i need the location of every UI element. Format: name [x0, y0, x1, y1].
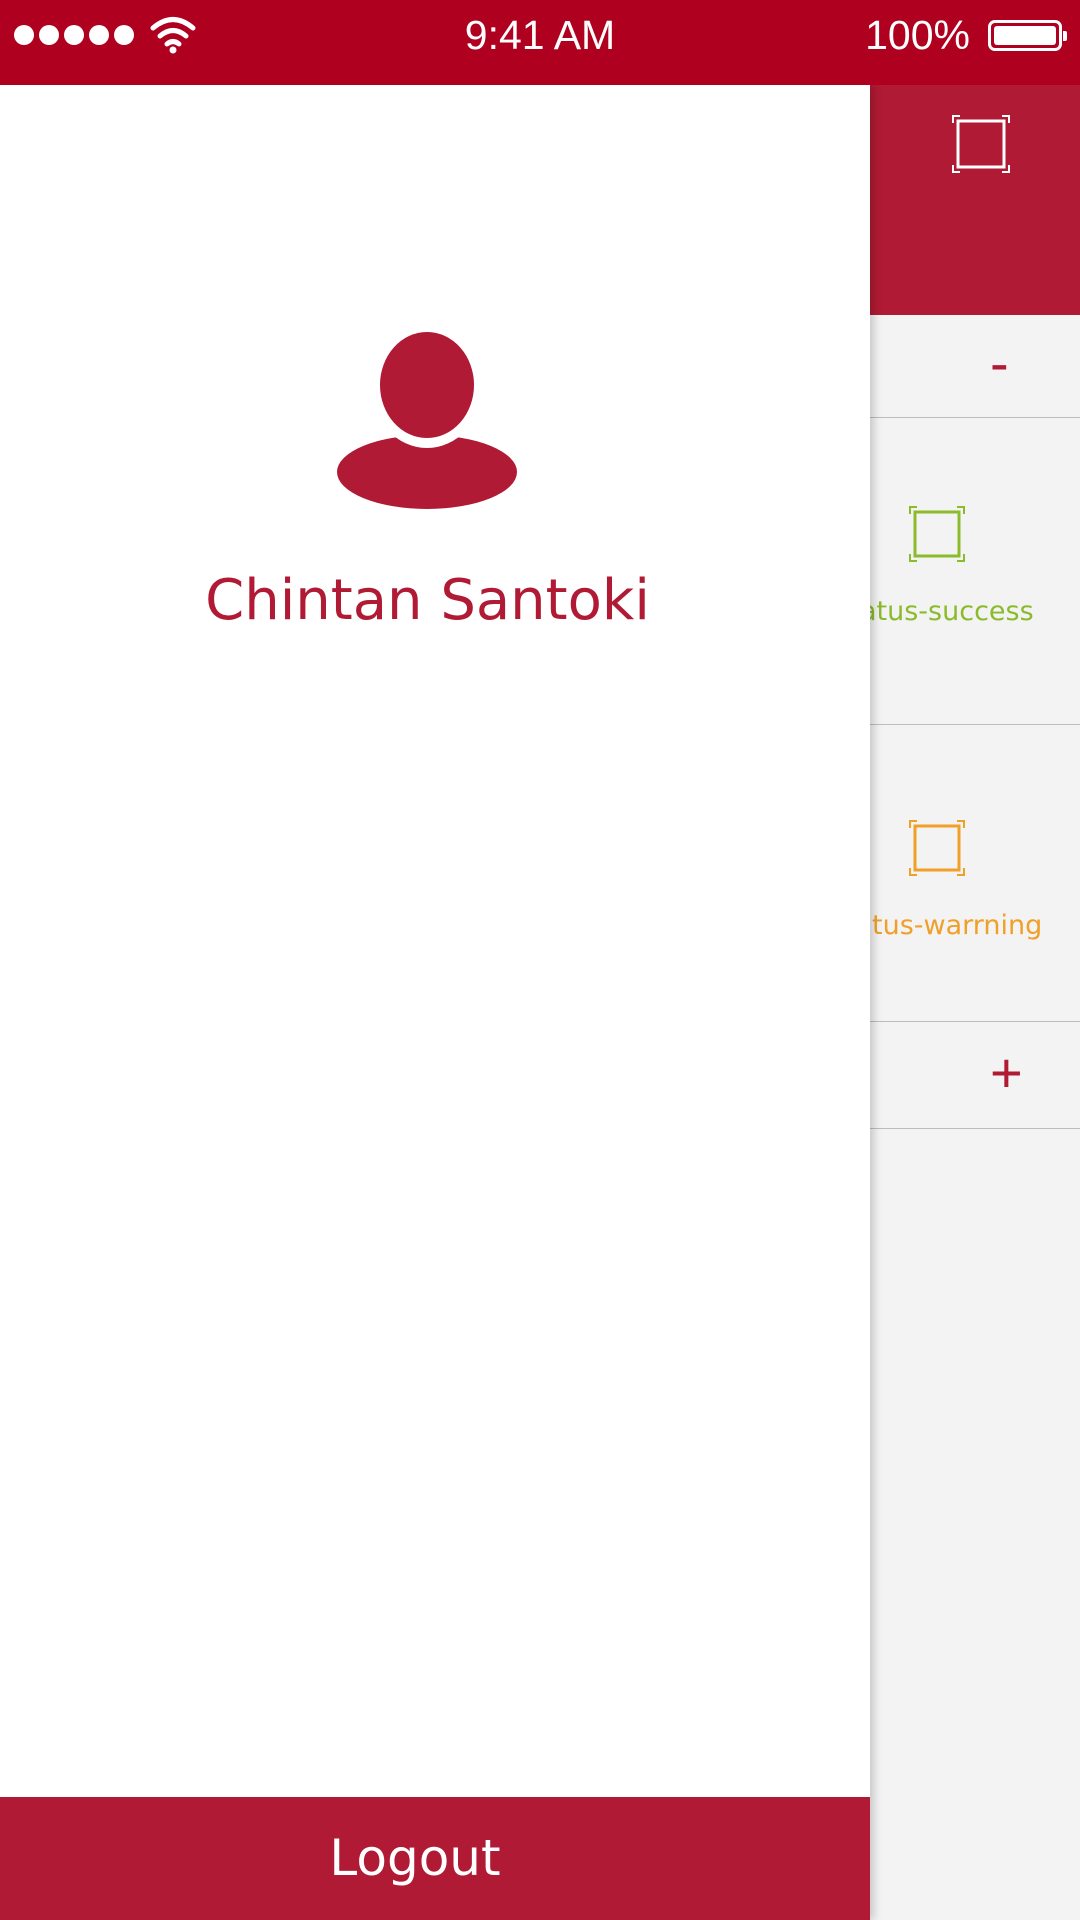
user-name: Chintan Santoki	[205, 568, 650, 633]
scan-frame-icon[interactable]	[952, 115, 1010, 173]
logout-button[interactable]: Logout	[0, 1797, 870, 1920]
status-bar: 9:41 AM 100%	[0, 0, 1080, 85]
scan-frame-icon	[909, 820, 965, 876]
user-avatar-icon	[337, 330, 517, 509]
app-screen: 9:41 AM 100% - atus-success tus-warrning…	[0, 0, 1080, 1920]
increment-button[interactable]: +	[990, 1040, 1023, 1105]
status-label-warning: tus-warrning	[872, 910, 1043, 941]
side-drawer: Chintan Santoki Logout	[0, 85, 870, 1920]
battery-icon	[988, 20, 1067, 51]
battery-percentage: 100%	[865, 12, 970, 58]
decrement-button[interactable]: -	[990, 330, 1009, 395]
status-label-success: atus-success	[860, 596, 1034, 627]
scan-frame-icon	[909, 506, 965, 562]
